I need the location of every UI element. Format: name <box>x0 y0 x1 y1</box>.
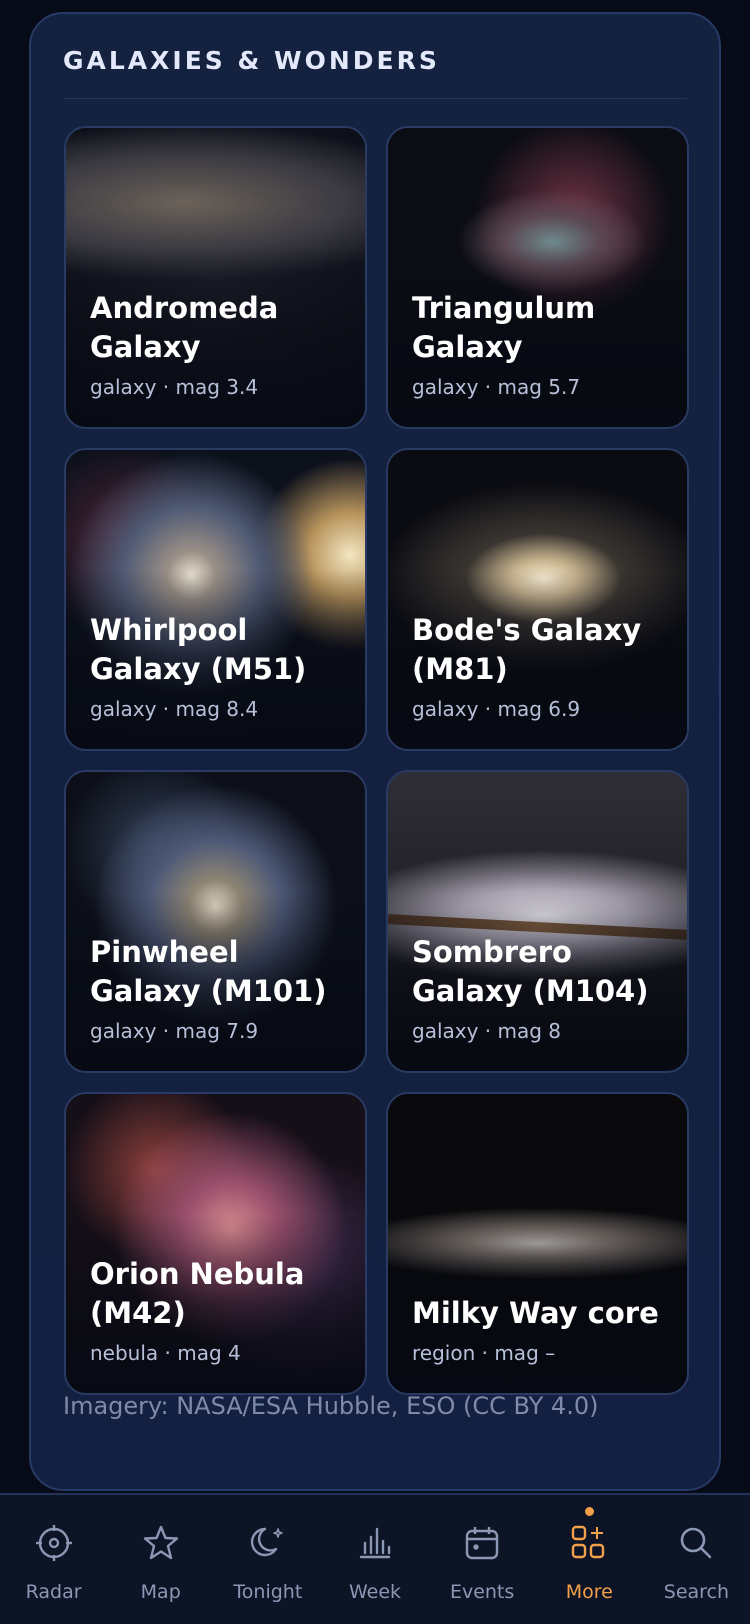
object-card-triangulum[interactable]: Triangulum Galaxy galaxy · mag 5.7 <box>386 126 689 429</box>
card-title: Orion Nebula (M42) <box>90 1257 305 1330</box>
card-meta: region · mag – <box>412 1341 556 1365</box>
nav-label: Map <box>140 1581 181 1603</box>
nav-label: Tonight <box>233 1581 303 1603</box>
grid-sparkle-icon <box>572 1525 605 1559</box>
search-icon <box>681 1527 712 1559</box>
card-meta: galaxy · mag 7.9 <box>90 1019 259 1043</box>
bottom-nav: Radar Map Tonight Week Events More Searc… <box>0 1493 750 1624</box>
radar-icon <box>35 1525 72 1561</box>
image-credit: Imagery: NASA/ESA Hubble, ESO (CC BY 4.0… <box>63 1392 599 1420</box>
nav-radar[interactable]: Radar <box>0 1495 107 1624</box>
galaxies-panel: GALAXIES & WONDERS Andromeda Galaxy gala… <box>29 12 721 1491</box>
bar-chart-icon <box>359 1527 391 1559</box>
star-icon <box>143 1525 178 1560</box>
nav-events[interactable]: Events <box>429 1495 536 1624</box>
divider <box>63 98 687 99</box>
nav-map[interactable]: Map <box>107 1495 214 1624</box>
object-card-orion[interactable]: Orion Nebula (M42) nebula · mag 4 <box>64 1092 367 1395</box>
card-meta: galaxy · mag 8 <box>412 1019 562 1043</box>
card-title: Pinwheel Galaxy (M101) <box>90 935 327 1008</box>
card-title: Andromeda Galaxy <box>90 291 279 364</box>
card-meta: galaxy · mag 6.9 <box>412 697 581 721</box>
nav-label: More <box>565 1581 613 1603</box>
nav-tonight[interactable]: Tonight <box>214 1495 321 1624</box>
object-card-pinwheel[interactable]: Pinwheel Galaxy (M101) galaxy · mag 7.9 <box>64 770 367 1073</box>
moon-icon <box>250 1527 283 1557</box>
nav-more[interactable]: More <box>536 1495 643 1624</box>
object-card-bode[interactable]: Bode's Galaxy (M81) galaxy · mag 6.9 <box>386 448 689 751</box>
card-meta: galaxy · mag 3.4 <box>90 375 259 399</box>
card-title: Milky Way core <box>412 1296 659 1330</box>
card-meta: galaxy · mag 5.7 <box>412 375 581 399</box>
object-card-sombrero[interactable]: Sombrero Galaxy (M104) galaxy · mag 8 <box>386 770 689 1073</box>
nav-label: Week <box>348 1581 402 1603</box>
object-card-andromeda[interactable]: Andromeda Galaxy galaxy · mag 3.4 <box>64 126 367 429</box>
card-title: Bode's Galaxy (M81) <box>412 613 642 686</box>
active-indicator <box>585 1507 595 1516</box>
nav-label: Events <box>449 1581 515 1603</box>
object-card-whirlpool[interactable]: Whirlpool Galaxy (M51) galaxy · mag 8.4 <box>64 448 367 751</box>
card-title: Triangulum Galaxy <box>412 291 596 364</box>
object-card-milky-way[interactable]: Milky Way core region · mag – <box>386 1092 689 1395</box>
panel-title: GALAXIES & WONDERS <box>63 46 440 75</box>
nav-label: Radar <box>25 1581 82 1603</box>
object-grid: Andromeda Galaxy galaxy · mag 3.4 Triang… <box>64 126 692 1395</box>
nav-label: Search <box>663 1581 730 1603</box>
nav-search[interactable]: Search <box>643 1495 750 1624</box>
calendar-icon <box>465 1527 499 1560</box>
card-meta: nebula · mag 4 <box>90 1341 241 1365</box>
nav-week[interactable]: Week <box>321 1495 428 1624</box>
card-title: Whirlpool Galaxy (M51) <box>90 613 307 686</box>
card-meta: galaxy · mag 8.4 <box>90 697 259 721</box>
card-title: Sombrero Galaxy (M104) <box>412 935 649 1008</box>
